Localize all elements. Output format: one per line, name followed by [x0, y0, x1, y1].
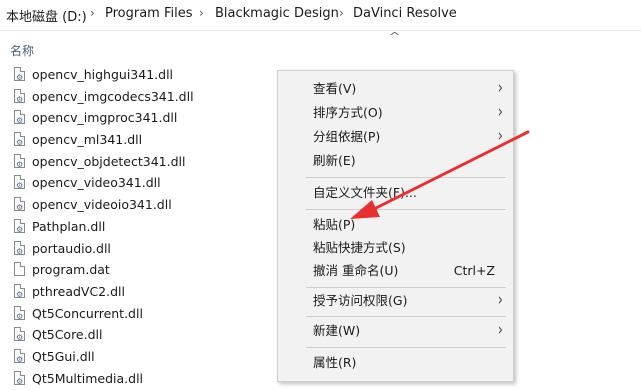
- menu-item-customize-folder[interactable]: 自定义文件夹(F)...: [278, 181, 513, 205]
- context-menu: 查看(V) › 排序方式(O) › 分组依据(P) › 刷新(E) 自定义文件夹…: [277, 70, 514, 382]
- file-name: Qt5Concurrent.dll: [32, 305, 143, 321]
- list-item[interactable]: ⚙ Pathplan.dll: [12, 216, 280, 238]
- breadcrumb-separator-icon[interactable]: ›: [199, 6, 204, 20]
- list-item[interactable]: ⚙ portaudio.dll: [12, 238, 280, 260]
- breadcrumb-item-davinci-resolve[interactable]: DaVinci Resolve: [353, 6, 457, 21]
- menu-item-paste-shortcut[interactable]: 粘贴快捷方式(S): [278, 236, 513, 260]
- dll-file-icon: ⚙: [14, 283, 25, 298]
- menu-item-group-by[interactable]: 分组依据(P) ›: [278, 125, 513, 149]
- list-item[interactable]: ⚙ opencv_ml341.dll: [12, 129, 280, 151]
- list-item[interactable]: ⚙ opencv_highgui341.dll: [12, 64, 280, 86]
- list-item[interactable]: ⚙ opencv_imgcodecs341.dll: [12, 86, 280, 108]
- menu-separator: [306, 316, 506, 317]
- breadcrumb-item-local-disk-d[interactable]: 本地磁盘 (D:): [6, 6, 87, 25]
- column-header-name[interactable]: 名称: [10, 42, 34, 59]
- menu-item-label: 撤消 重命名(U): [313, 263, 399, 278]
- file-icon: [14, 262, 25, 277]
- list-item[interactable]: ⚙ Qt5Gui.dll: [12, 346, 280, 368]
- dll-file-icon: ⚙: [14, 110, 25, 125]
- menu-item-label: 粘贴(P): [313, 217, 356, 232]
- menu-item-view[interactable]: 查看(V) ›: [278, 77, 513, 101]
- dll-file-icon: ⚙: [14, 305, 25, 320]
- menu-item-new[interactable]: 新建(W) ›: [278, 319, 513, 343]
- list-item[interactable]: ⚙ opencv_videoio341.dll: [12, 194, 280, 216]
- breadcrumb-separator-icon[interactable]: ›: [339, 6, 344, 20]
- dll-file-icon: ⚙: [14, 240, 25, 255]
- breadcrumb-separator-icon[interactable]: ›: [90, 6, 95, 20]
- menu-item-paste[interactable]: 粘贴(P): [278, 213, 513, 237]
- menu-item-sort-by[interactable]: 排序方式(O) ›: [278, 101, 513, 125]
- dll-file-icon: ⚙: [14, 88, 25, 103]
- file-name: opencv_objdetect341.dll: [32, 153, 186, 169]
- file-name: Qt5Multimedia.dll: [32, 370, 144, 386]
- file-name: opencv_video341.dll: [32, 175, 161, 191]
- dll-file-icon: ⚙: [14, 348, 25, 363]
- list-item[interactable]: program.dat: [12, 259, 280, 281]
- menu-item-refresh[interactable]: 刷新(E): [278, 149, 513, 173]
- file-name: opencv_imgcodecs341.dll: [32, 88, 194, 104]
- list-item[interactable]: ⚙ opencv_objdetect341.dll: [12, 151, 280, 173]
- dll-file-icon: ⚙: [14, 218, 25, 233]
- chevron-right-icon: ›: [497, 126, 503, 147]
- menu-item-label: 粘贴快捷方式(S): [313, 240, 406, 255]
- dll-file-icon: ⚙: [14, 132, 25, 147]
- menu-separator: [306, 347, 506, 348]
- breadcrumb-item-blackmagic-design[interactable]: Blackmagic Design: [215, 6, 339, 21]
- list-item[interactable]: ⚙ opencv_video341.dll: [12, 172, 280, 194]
- dll-file-icon: ⚙: [14, 153, 25, 168]
- chevron-right-icon: ›: [497, 290, 503, 311]
- menu-separator: [306, 287, 506, 288]
- file-name: Qt5Gui.dll: [32, 348, 95, 364]
- file-name: opencv_highgui341.dll: [32, 67, 174, 82]
- address-bar[interactable]: 本地磁盘 (D:) › Program Files › Blackmagic D…: [0, 0, 641, 31]
- file-list: ⚙ opencv_highgui341.dll ⚙ opencv_imgcodecs…: [12, 64, 280, 389]
- file-name: portaudio.dll: [32, 240, 111, 256]
- list-item[interactable]: ⚙ Qt5Core.dll: [12, 324, 280, 346]
- file-name: Qt5Core.dll: [32, 327, 103, 343]
- dll-file-icon: ⚙: [14, 197, 25, 212]
- menu-item-label: 刷新(E): [313, 153, 356, 168]
- dll-file-icon: ⚙: [14, 175, 25, 190]
- menu-separator: [306, 209, 506, 210]
- dll-file-icon: ⚙: [14, 327, 25, 342]
- breadcrumb-item-program-files[interactable]: Program Files: [105, 6, 193, 21]
- dll-file-icon: ⚙: [14, 370, 25, 385]
- menu-item-label: 新建(W): [313, 323, 361, 338]
- file-name: opencv_ml341.dll: [32, 132, 143, 148]
- chevron-up-icon: ^: [388, 30, 401, 43]
- menu-item-label: 分组依据(P): [313, 129, 381, 144]
- menu-item-label: 查看(V): [313, 81, 357, 96]
- file-name: pthreadVC2.dll: [32, 283, 125, 299]
- menu-item-label: 自定义文件夹(F)...: [313, 185, 417, 200]
- list-item[interactable]: ⚙ pthreadVC2.dll: [12, 281, 280, 303]
- menu-item-label: 授予访问权限(G): [313, 293, 408, 308]
- menu-item-give-access-to[interactable]: 授予访问权限(G) ›: [278, 289, 513, 313]
- menu-item-label: 属性(R): [313, 355, 357, 370]
- list-item[interactable]: ⚙ Qt5Multimedia.dll: [12, 368, 280, 390]
- file-name: program.dat: [32, 262, 110, 278]
- chevron-right-icon: ›: [497, 320, 503, 341]
- menu-item-undo-rename[interactable]: 撤消 重命名(U) Ctrl+Z: [278, 259, 513, 283]
- file-name: opencv_imgproc341.dll: [32, 110, 178, 126]
- list-item[interactable]: ⚙ Qt5Concurrent.dll: [12, 303, 280, 325]
- menu-separator: [306, 177, 506, 178]
- file-name: opencv_videoio341.dll: [32, 197, 172, 213]
- dll-file-icon: ⚙: [14, 67, 25, 82]
- file-name: Pathplan.dll: [32, 218, 106, 234]
- menu-item-label: 排序方式(O): [313, 105, 383, 120]
- list-item[interactable]: ⚙ opencv_imgproc341.dll: [12, 107, 280, 129]
- shortcut-label: Ctrl+Z: [453, 263, 495, 278]
- menu-item-properties[interactable]: 属性(R): [278, 351, 513, 375]
